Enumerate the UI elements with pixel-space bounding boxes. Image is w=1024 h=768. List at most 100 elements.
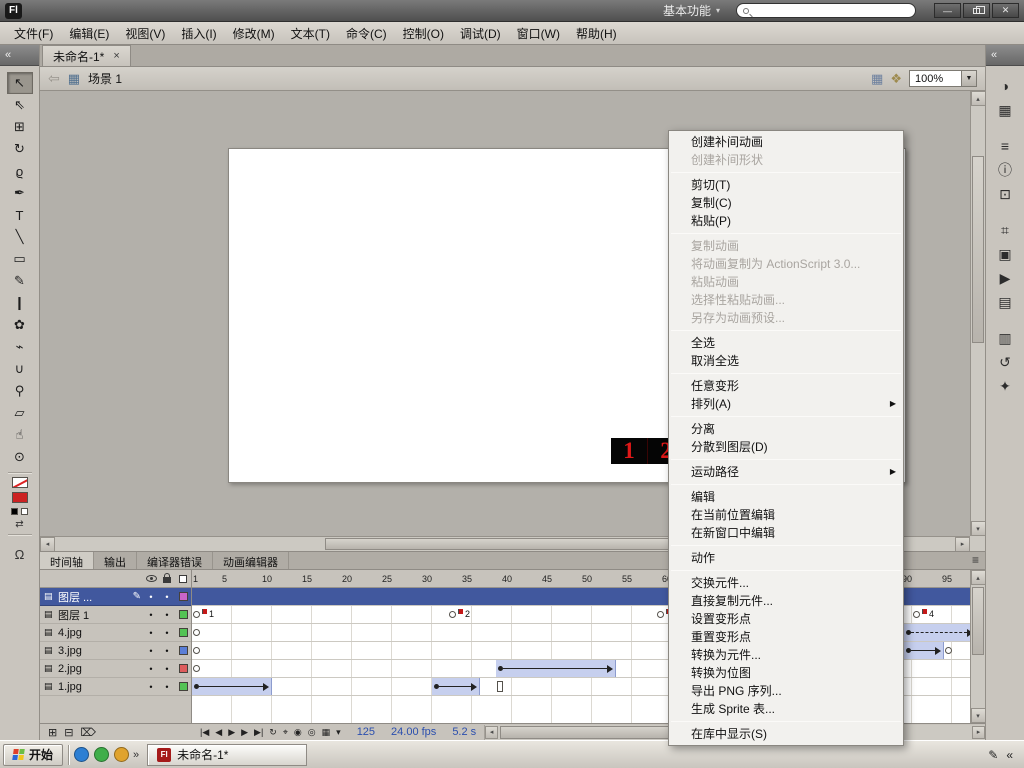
menu-item-5[interactable]: 修改(M): [225, 22, 283, 45]
layer-visibility-dot[interactable]: •: [143, 646, 159, 656]
context-menu-item-21[interactable]: 动作: [669, 549, 903, 567]
timeline-tab-编译器错误[interactable]: 编译器错误: [137, 552, 213, 569]
history-panel-icon[interactable]: ↺: [992, 350, 1018, 374]
layer-row-图层 1[interactable]: ▤ 图层 1 • •: [40, 606, 191, 624]
layer-outline-color[interactable]: [175, 646, 191, 655]
document-tab[interactable]: 未命名-1* ×: [42, 45, 131, 66]
layer-lock-dot[interactable]: •: [159, 610, 175, 620]
bone-tool-icon[interactable]: ⌁: [7, 336, 33, 358]
context-menu-item-28[interactable]: 导出 PNG 序列...: [669, 682, 903, 700]
3d-rotation-tool-icon[interactable]: ↻: [7, 138, 33, 160]
v-scroll-thumb[interactable]: [972, 155, 984, 343]
onion-skin-outlines-button[interactable]: ◎: [307, 727, 317, 738]
context-menu-item-14[interactable]: 排列(A) ▶: [669, 395, 903, 413]
edit-multiple-frames-button[interactable]: ▦: [321, 727, 332, 738]
layer-outline-color[interactable]: [175, 664, 191, 673]
scroll-up-icon[interactable]: ▴: [970, 91, 985, 106]
layer-visibility-dot[interactable]: •: [143, 610, 159, 620]
context-menu-item-30[interactable]: 在库中显示(S): [669, 725, 903, 743]
fill-color-swatch[interactable]: [11, 492, 28, 503]
layer-lock-dot[interactable]: •: [159, 646, 175, 656]
zoom-tool-icon[interactable]: ⊙: [7, 446, 33, 468]
lasso-tool-icon[interactable]: ϱ: [7, 160, 33, 182]
context-menu-item-13[interactable]: 任意变形: [669, 377, 903, 395]
deco-tool-icon[interactable]: ✿: [7, 314, 33, 336]
context-menu-item-5[interactable]: 粘贴(P): [669, 212, 903, 230]
layer-outline-color[interactable]: [175, 682, 191, 691]
ime-icon[interactable]: ✎: [988, 748, 998, 762]
context-menu-item-22[interactable]: 交换元件...: [669, 574, 903, 592]
keyframe-marker[interactable]: [193, 629, 200, 636]
context-menu-item-12[interactable]: 取消全选: [669, 352, 903, 370]
brush-tool-icon[interactable]: ❙: [7, 292, 33, 314]
transform-panel-icon[interactable]: ⊡: [992, 182, 1018, 206]
layer-lock-dot[interactable]: •: [159, 628, 175, 638]
free-transform-tool-icon[interactable]: ⊞: [7, 116, 33, 138]
hand-tool-icon[interactable]: ☝: [7, 424, 33, 446]
motion-presets-panel-icon[interactable]: ▶: [992, 266, 1018, 290]
step-forward-button[interactable]: ▶: [240, 727, 249, 738]
menu-item-10[interactable]: 窗口(W): [509, 22, 568, 45]
h-scroll-thumb[interactable]: [325, 538, 703, 550]
context-menu-item-4[interactable]: 复制(C): [669, 194, 903, 212]
keyframe-marker[interactable]: [193, 647, 200, 654]
components-panel-icon[interactable]: ▣: [992, 242, 1018, 266]
context-menu-item-20[interactable]: 在新窗口中编辑: [669, 524, 903, 542]
layer-outline-color[interactable]: [175, 628, 191, 637]
context-menu-item-24[interactable]: 设置变形点: [669, 610, 903, 628]
keyframe-marker[interactable]: [945, 647, 952, 654]
scroll-left-icon[interactable]: ◂: [40, 536, 55, 551]
flash-app-icon[interactable]: Fl: [5, 2, 22, 19]
context-menu-item-19[interactable]: 在当前位置编辑: [669, 506, 903, 524]
layer-row-3.jpg[interactable]: ▤ 3.jpg • •: [40, 642, 191, 660]
end-frame-marker[interactable]: [497, 681, 503, 692]
zoom-select[interactable]: 100% ▼: [909, 70, 977, 87]
timeline-scroll-down-icon[interactable]: ▾: [970, 708, 985, 723]
context-menu-item-16[interactable]: 分散到图层(D): [669, 438, 903, 456]
info-panel-icon[interactable]: ⓘ: [992, 158, 1018, 182]
timeline-scroll-right-icon[interactable]: ▸: [972, 725, 985, 739]
restore-button[interactable]: [963, 3, 990, 18]
paint-bucket-tool-icon[interactable]: ∪: [7, 358, 33, 380]
loop-button[interactable]: ↻: [268, 727, 278, 738]
scroll-right-icon[interactable]: ▸: [955, 536, 970, 551]
color-panel-icon[interactable]: ◑: [992, 74, 1018, 98]
line-tool-icon[interactable]: ╲: [7, 226, 33, 248]
frame-rate-value[interactable]: 24.00 fps: [391, 726, 436, 738]
layer-outline-color[interactable]: [175, 610, 191, 619]
quick-launch-media[interactable]: [114, 747, 130, 762]
library-panel-icon[interactable]: ▥: [992, 326, 1018, 350]
menu-item-2[interactable]: 编辑(E): [61, 22, 117, 45]
layer-lock-dot[interactable]: •: [159, 592, 175, 602]
close-button[interactable]: ✕: [992, 3, 1019, 18]
layer-visibility-dot[interactable]: •: [143, 682, 159, 692]
timeline-v-thumb[interactable]: [972, 587, 984, 655]
motion-tween-span[interactable]: [496, 660, 616, 677]
menu-item-7[interactable]: 命令(C): [338, 22, 395, 45]
modify-markers-button[interactable]: ▾: [335, 727, 342, 738]
show-hide-all-layers-icon[interactable]: [143, 575, 159, 582]
edit-symbols-button[interactable]: ❖: [890, 71, 902, 87]
timeline-tab-时间轴[interactable]: 时间轴: [40, 552, 94, 569]
eyedropper-tool-icon[interactable]: ⚲: [7, 380, 33, 402]
context-menu-item-27[interactable]: 转换为位图: [669, 664, 903, 682]
context-menu-item-3[interactable]: 剪切(T): [669, 176, 903, 194]
rectangle-tool-icon[interactable]: ▭: [7, 248, 33, 270]
new-folder-button[interactable]: ⊟: [64, 726, 73, 739]
selection-tool-icon[interactable]: ↖: [6, 72, 33, 94]
context-menu-item-15[interactable]: 分离: [669, 420, 903, 438]
v-scroll-track[interactable]: [971, 106, 985, 521]
outline-all-layers-icon[interactable]: [175, 574, 191, 583]
align-panel-icon[interactable]: ≡: [992, 134, 1018, 158]
minimize-button[interactable]: —: [934, 3, 961, 18]
menu-item-1[interactable]: 文件(F): [6, 22, 61, 45]
motion-tween-span[interactable]: [904, 642, 944, 659]
keyframe-marker[interactable]: [913, 611, 920, 618]
start-button[interactable]: 开始: [3, 743, 64, 766]
play-button[interactable]: ▶: [227, 727, 236, 738]
step-back-button[interactable]: ◀: [214, 727, 223, 738]
layer-row-2.jpg[interactable]: ▤ 2.jpg • •: [40, 660, 191, 678]
help-search-box[interactable]: [736, 3, 916, 18]
timeline-tab-输出[interactable]: 输出: [94, 552, 137, 569]
pen-tool-icon[interactable]: ✒: [7, 182, 33, 204]
